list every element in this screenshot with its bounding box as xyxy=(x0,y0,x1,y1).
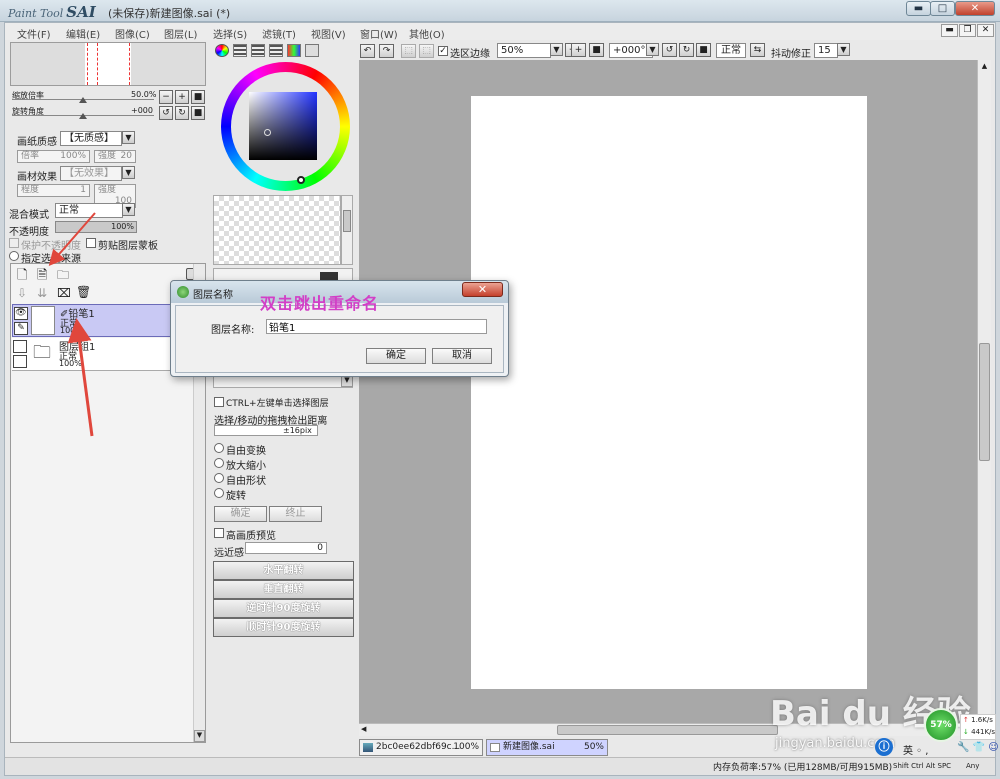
network-speed: ↑ 1.6K/s ↓ 441K/s xyxy=(960,714,996,740)
app-icon xyxy=(177,286,189,298)
layer-name-input[interactable] xyxy=(266,319,487,334)
doc-tab-name: 新建图像.sai xyxy=(503,742,555,752)
status-bar: 内存负荷率:57% (已用128MB/可用915MB) Shift Ctrl A… xyxy=(5,757,995,775)
doc-tab-zoom: 50% xyxy=(583,742,604,752)
modifier-keys: Shift Ctrl Alt SPC xyxy=(893,762,952,770)
annotation-arrows xyxy=(48,212,96,437)
doc-tab-zoom: 100% xyxy=(453,742,479,752)
dialog-ok-button[interactable]: 确定 xyxy=(366,348,426,364)
dialog-body: 图层名称: 确定 取消 xyxy=(175,305,504,373)
any-indicator: Any xyxy=(966,762,980,770)
memory-status: 内存负荷率:57% (已用128MB/可用915MB) xyxy=(713,763,893,773)
ime-icon[interactable]: ⓘ xyxy=(875,738,893,756)
doc-tab[interactable]: 2bc0ee62dbf69c... 100% xyxy=(359,739,483,756)
ime-settings-icon[interactable]: 🔧 👕 ☺ xyxy=(957,742,999,753)
doc-tab-active[interactable]: 新建图像.sai 50% xyxy=(486,739,608,756)
dialog-title: 图层名称 xyxy=(193,290,233,301)
ime-toolbar-icon[interactable]: 英 ◦ , xyxy=(903,742,928,757)
dialog-cancel-button[interactable]: 取消 xyxy=(432,348,492,364)
network-widget-icon[interactable]: 57% xyxy=(924,708,958,742)
image-icon xyxy=(363,743,373,752)
layer-name-field-label: 图层名称: xyxy=(211,325,255,336)
download-speed: 441K/s xyxy=(971,728,996,736)
arrow-to-layer-name xyxy=(67,318,94,437)
dialog-close-button[interactable]: ✕ xyxy=(462,282,503,297)
upload-speed: 1.6K/s xyxy=(971,716,993,724)
doc-tab-name: 2bc0ee62dbf69c... xyxy=(376,742,461,752)
document-icon xyxy=(490,743,500,752)
arrow-to-new-layer xyxy=(48,212,96,267)
annotation-text: 双击跳出重命名 xyxy=(260,294,380,313)
